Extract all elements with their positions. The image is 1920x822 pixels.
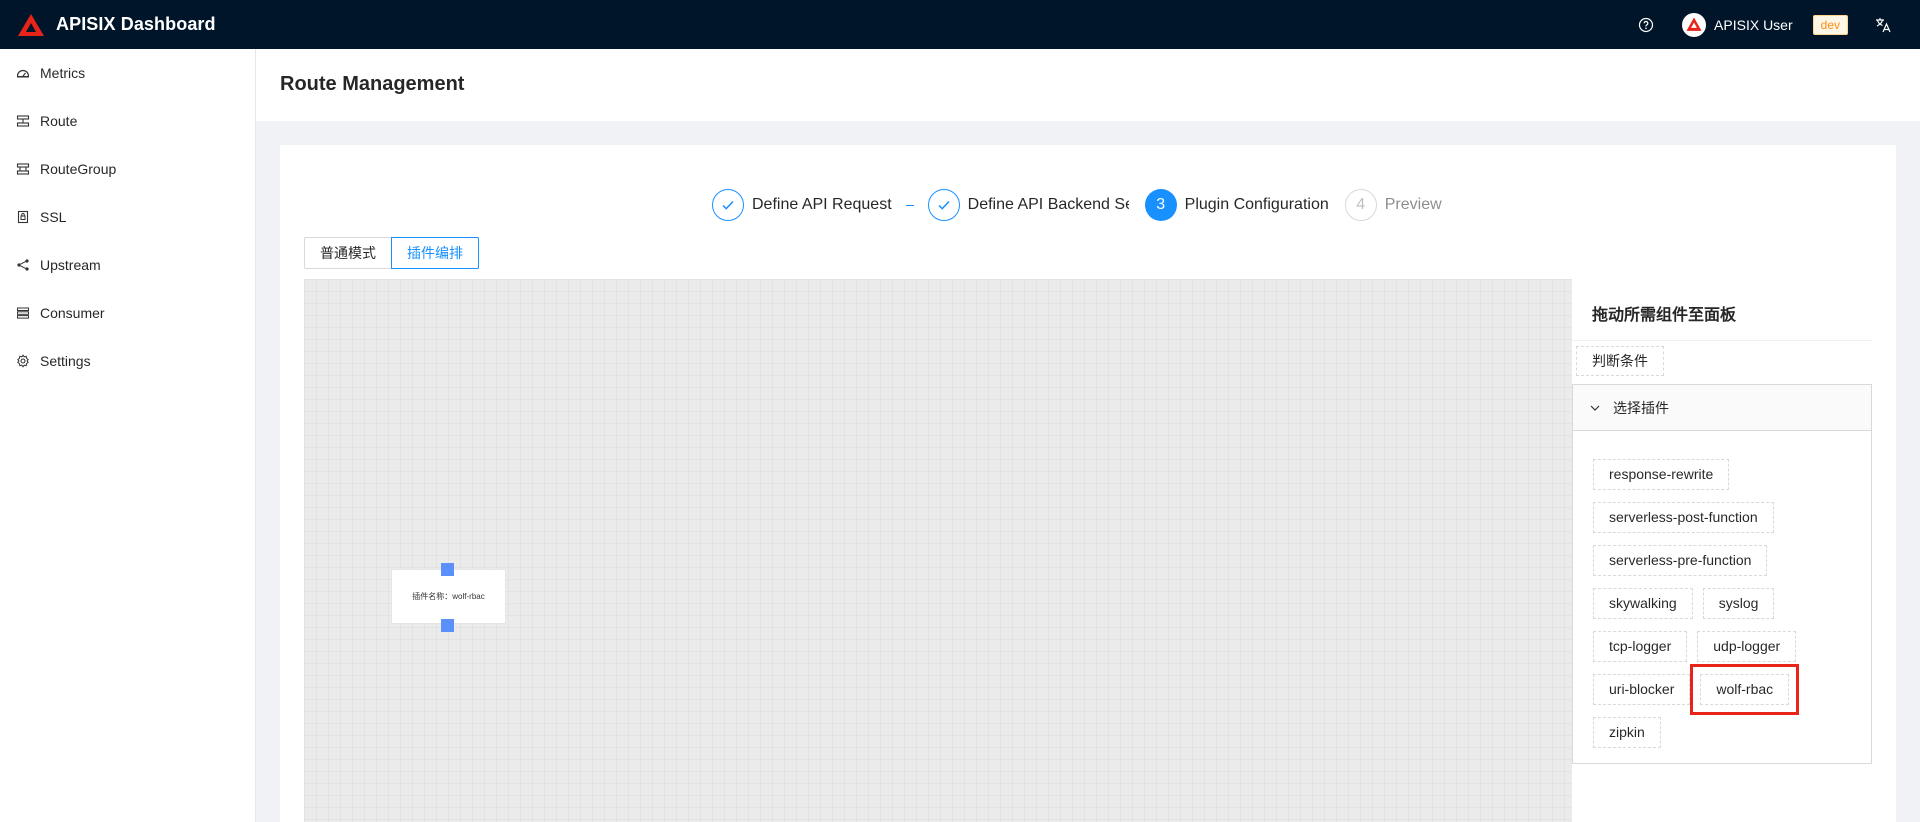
step-connector bbox=[905, 204, 914, 206]
translate-icon[interactable] bbox=[1874, 16, 1892, 34]
settings-icon bbox=[17, 354, 29, 368]
consumer-icon bbox=[17, 307, 29, 319]
orchestration-canvas[interactable]: 插件名称：wolf-rbac bbox=[304, 279, 1572, 822]
normal-mode-button[interactable]: 普通模式 bbox=[304, 237, 392, 269]
plugin-collapse: 选择插件 response-rewrite serverless-post-fu… bbox=[1572, 384, 1872, 764]
plugin-node-label: 插件名称：wolf-rbac bbox=[412, 592, 485, 601]
check-icon bbox=[927, 189, 960, 221]
step-number: 4 bbox=[1344, 189, 1377, 221]
node-input-port[interactable] bbox=[441, 563, 454, 576]
node-output-port[interactable] bbox=[441, 619, 454, 632]
apisix-logo-icon bbox=[18, 13, 44, 36]
sidebar-item-label: Consumer bbox=[40, 305, 105, 321]
user-avatar-icon bbox=[1682, 12, 1707, 37]
plugin-list: response-rewrite serverless-post-functio… bbox=[1593, 459, 1853, 748]
panel-title: 拖动所需组件至面板 bbox=[1592, 307, 1737, 324]
mode-toggle: 普通模式 插件编排 bbox=[304, 237, 479, 269]
top-header: APISIX Dashboard APISIX User dev bbox=[0, 0, 1920, 49]
plugin-skywalking[interactable]: skywalking bbox=[1593, 588, 1693, 619]
chevron-down-icon bbox=[1590, 405, 1600, 411]
sidebar-item-label: Settings bbox=[40, 353, 91, 369]
logo[interactable]: APISIX Dashboard bbox=[18, 0, 216, 49]
step-define-api-request[interactable]: Define API Request bbox=[712, 189, 892, 221]
collapse-title: 选择插件 bbox=[1613, 399, 1669, 416]
sidebar-item-routegroup[interactable]: RouteGroup bbox=[0, 145, 255, 193]
route-form-card: Define API Request Define API Backend Se… bbox=[280, 145, 1896, 822]
page-header: Route Management bbox=[256, 49, 1920, 121]
route-group-icon bbox=[16, 163, 30, 175]
plugin-serverless-pre-function[interactable]: serverless-pre-function bbox=[1593, 545, 1768, 576]
step-title: Define API Request bbox=[752, 196, 892, 213]
username: APISIX User bbox=[1714, 16, 1793, 33]
sidebar-item-metrics[interactable]: Metrics bbox=[0, 49, 255, 97]
app-title: APISIX Dashboard bbox=[56, 14, 216, 34]
plugin-udp-logger[interactable]: udp-logger bbox=[1697, 631, 1797, 662]
sidebar-item-ssl[interactable]: SSL bbox=[0, 193, 255, 241]
sidebar-item-label: Route bbox=[40, 113, 78, 129]
step-title: Plugin Configuration bbox=[1184, 196, 1329, 213]
plugin-uri-blocker[interactable]: uri-blocker bbox=[1593, 674, 1691, 705]
upstream-icon bbox=[17, 259, 29, 271]
sidebar: Metrics Route RouteGroup SSL Upstream Co… bbox=[0, 49, 256, 822]
step-preview[interactable]: 4 Preview bbox=[1344, 189, 1442, 221]
ssl-icon bbox=[17, 210, 29, 224]
env-badge: dev bbox=[1812, 14, 1848, 35]
user-menu[interactable]: APISIX User bbox=[1682, 12, 1793, 37]
sidebar-item-consumer[interactable]: Consumer bbox=[0, 289, 255, 337]
sidebar-item-settings[interactable]: Settings bbox=[0, 337, 255, 385]
step-plugin-configuration[interactable]: 3 Plugin Configuration bbox=[1144, 189, 1329, 221]
plugin-syslog[interactable]: syslog bbox=[1702, 588, 1775, 619]
divider bbox=[1572, 340, 1872, 341]
plugin-zipkin[interactable]: zipkin bbox=[1593, 717, 1661, 748]
plugin-wolf-rbac[interactable]: wolf-rbac bbox=[1690, 664, 1800, 715]
step-define-api-backend[interactable]: Define API Backend Se bbox=[927, 189, 1129, 221]
route-icon bbox=[16, 115, 30, 127]
steps: Define API Request Define API Backend Se… bbox=[712, 188, 1442, 222]
sidebar-item-upstream[interactable]: Upstream bbox=[0, 241, 255, 289]
sidebar-item-label: Upstream bbox=[40, 257, 101, 273]
orchestration-mode-button[interactable]: 插件编排 bbox=[391, 237, 479, 269]
plugin-node[interactable]: 插件名称：wolf-rbac bbox=[391, 569, 506, 624]
plugin-response-rewrite[interactable]: response-rewrite bbox=[1593, 459, 1730, 490]
step-title: Define API Backend Se bbox=[967, 196, 1129, 213]
dashboard-icon bbox=[16, 69, 30, 78]
check-icon bbox=[712, 189, 744, 221]
sidebar-item-label: RouteGroup bbox=[40, 161, 117, 177]
plugin-tcp-logger[interactable]: tcp-logger bbox=[1593, 631, 1688, 662]
component-panel: 拖动所需组件至面板 判断条件 选择插件 response-rewrite ser… bbox=[1572, 279, 1872, 822]
condition-component[interactable]: 判断条件 bbox=[1576, 346, 1664, 376]
collapse-header[interactable]: 选择插件 bbox=[1573, 385, 1871, 431]
sidebar-item-route[interactable]: Route bbox=[0, 97, 255, 145]
page-title: Route Management bbox=[280, 73, 465, 95]
step-number: 3 bbox=[1144, 189, 1177, 221]
sidebar-item-label: SSL bbox=[40, 209, 67, 225]
sidebar-item-label: Metrics bbox=[40, 65, 86, 81]
help-icon[interactable] bbox=[1638, 17, 1654, 33]
step-title: Preview bbox=[1384, 196, 1442, 213]
plugin-serverless-post-function[interactable]: serverless-post-function bbox=[1593, 502, 1774, 533]
